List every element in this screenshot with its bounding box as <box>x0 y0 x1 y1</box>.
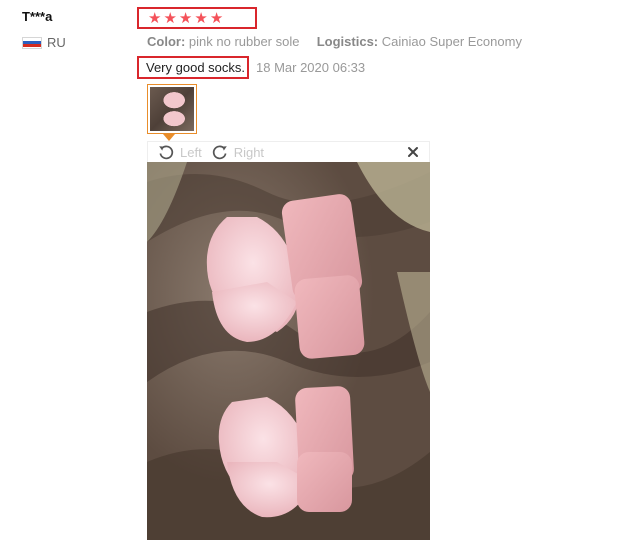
rotate-left-icon <box>159 145 174 160</box>
image-viewer-toolbar: Left Right <box>147 141 430 163</box>
logistics-label: Logistics: <box>316 34 379 49</box>
logistics-value: Cainiao Super Economy <box>381 34 522 49</box>
thumbnail-image <box>150 87 194 131</box>
rotate-right-label: Right <box>233 144 265 160</box>
star-icon: ★ <box>209 8 224 27</box>
rotate-left-label: Left <box>180 144 202 160</box>
feedback-text: Very good socks. <box>137 56 249 79</box>
star-icon: ★ <box>178 8 193 27</box>
review-photo-thumbnail[interactable] <box>147 84 197 134</box>
rotate-right-icon <box>212 145 227 160</box>
close-icon[interactable] <box>407 146 419 158</box>
thumbnail-pointer <box>163 134 175 141</box>
country-code: RU <box>47 35 66 50</box>
star-icon: ★ <box>148 8 162 27</box>
rotate-left-button[interactable]: Left <box>158 144 202 160</box>
star-icon: ★ <box>163 8 177 27</box>
star-rating: ★ ★ ★ ★ ★ <box>137 7 257 29</box>
rotate-right-button[interactable]: Right <box>212 144 264 160</box>
review-date: 18 Mar 2020 06:33 <box>256 60 366 75</box>
review-photo-large <box>147 162 430 540</box>
socks-photo <box>147 162 430 540</box>
order-info: Color: pink no rubber sole Logistics: Ca… <box>147 34 522 49</box>
star-icon: ★ <box>194 8 208 27</box>
reviewer-name: T***a <box>22 9 53 24</box>
russia-flag-icon <box>22 36 42 49</box>
reviewer-country: RU <box>22 35 66 50</box>
color-value: pink no rubber sole <box>188 34 300 49</box>
color-label: Color: <box>147 34 186 49</box>
